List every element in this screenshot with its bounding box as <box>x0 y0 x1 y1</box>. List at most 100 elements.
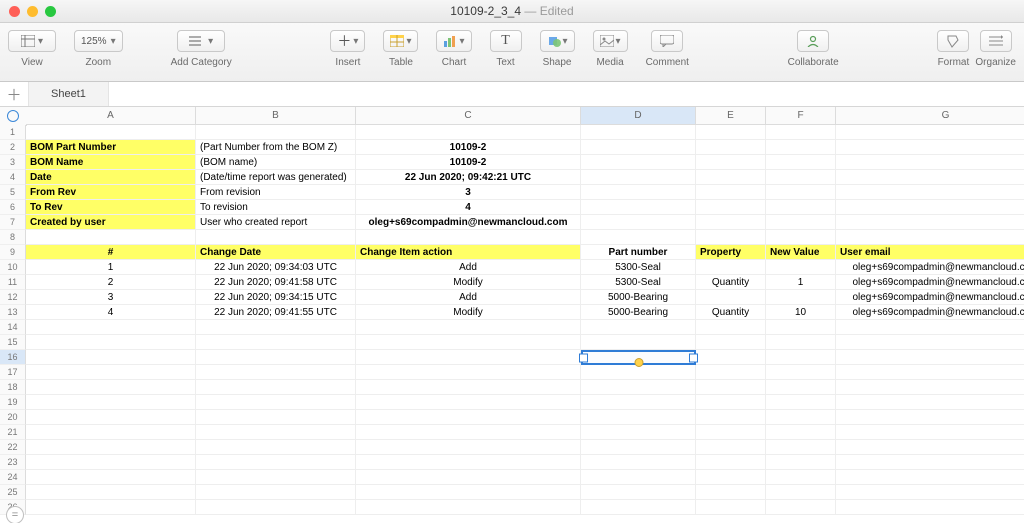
cell[interactable]: Property <box>696 245 766 260</box>
cell[interactable] <box>26 440 196 455</box>
cell[interactable] <box>836 500 1024 515</box>
cell[interactable]: 22 Jun 2020; 09:41:58 UTC <box>196 275 356 290</box>
cell[interactable] <box>836 425 1024 440</box>
cell[interactable] <box>26 230 196 245</box>
cell[interactable] <box>196 455 356 470</box>
row-header[interactable]: 25 <box>0 485 26 500</box>
cell[interactable]: User email <box>836 245 1024 260</box>
cell[interactable] <box>766 320 836 335</box>
cell[interactable]: (Part Number from the BOM Z) <box>196 140 356 155</box>
cell[interactable] <box>196 125 356 140</box>
row-header[interactable]: 15 <box>0 335 26 350</box>
cell[interactable] <box>196 410 356 425</box>
cell[interactable] <box>581 440 696 455</box>
cell[interactable] <box>26 395 196 410</box>
cell[interactable] <box>26 455 196 470</box>
insert-button[interactable]: ＋▾ <box>330 30 365 52</box>
cell[interactable] <box>581 395 696 410</box>
cell[interactable]: oleg+s69compadmin@newmancloud.com <box>836 290 1024 305</box>
cell[interactable] <box>356 320 581 335</box>
cell[interactable]: 5300-Seal <box>581 275 696 290</box>
row-header[interactable]: 20 <box>0 410 26 425</box>
cell[interactable]: To revision <box>196 200 356 215</box>
cell[interactable]: oleg+s69compadmin@newmancloud.com <box>356 215 581 230</box>
cell[interactable] <box>196 350 356 365</box>
cell[interactable] <box>196 440 356 455</box>
selection-handle-right[interactable] <box>689 353 698 362</box>
cell[interactable] <box>581 470 696 485</box>
cell[interactable] <box>356 425 581 440</box>
cell[interactable] <box>696 425 766 440</box>
cell[interactable]: Change Date <box>196 245 356 260</box>
cell[interactable] <box>196 485 356 500</box>
cell[interactable]: 5000-Bearing <box>581 305 696 320</box>
cell[interactable] <box>836 125 1024 140</box>
cell[interactable] <box>196 425 356 440</box>
cell[interactable]: Change Item action <box>356 245 581 260</box>
row-header[interactable]: 13 <box>0 305 26 320</box>
cell[interactable] <box>696 170 766 185</box>
cell[interactable]: # <box>26 245 196 260</box>
cell[interactable] <box>196 500 356 515</box>
cell[interactable] <box>766 410 836 425</box>
cell[interactable] <box>696 455 766 470</box>
cell[interactable] <box>836 395 1024 410</box>
cell[interactable] <box>581 125 696 140</box>
cell[interactable]: Date <box>26 170 196 185</box>
row-header[interactable]: 16 <box>0 350 26 365</box>
cell[interactable]: From revision <box>196 185 356 200</box>
cell[interactable] <box>696 230 766 245</box>
cell[interactable]: 2 <box>26 275 196 290</box>
column-header-F[interactable]: F <box>766 107 836 125</box>
shape-button[interactable]: ▾ <box>540 30 575 52</box>
cell[interactable]: User who created report <box>196 215 356 230</box>
cell[interactable] <box>581 230 696 245</box>
cell[interactable] <box>581 170 696 185</box>
row-header[interactable]: 18 <box>0 380 26 395</box>
cell[interactable] <box>581 320 696 335</box>
cell[interactable]: (BOM name) <box>196 155 356 170</box>
row-header[interactable]: 19 <box>0 395 26 410</box>
cell[interactable] <box>766 290 836 305</box>
cell[interactable] <box>836 215 1024 230</box>
cell[interactable]: 1 <box>26 260 196 275</box>
add-category-button[interactable]: ▾ <box>177 30 225 52</box>
sheet-tab[interactable]: Sheet1 <box>29 82 109 106</box>
cell[interactable] <box>26 365 196 380</box>
cell[interactable] <box>696 260 766 275</box>
footer-equals-button[interactable]: = <box>6 506 24 523</box>
cell[interactable] <box>696 200 766 215</box>
row-header[interactable]: 12 <box>0 290 26 305</box>
cell[interactable] <box>581 380 696 395</box>
cell[interactable] <box>836 170 1024 185</box>
collaborate-button[interactable] <box>797 30 829 52</box>
cell[interactable] <box>581 200 696 215</box>
column-headers[interactable]: ABCDEFG <box>26 107 1024 125</box>
row-header[interactable]: 1 <box>0 125 26 140</box>
row-header[interactable]: 14 <box>0 320 26 335</box>
column-header-E[interactable]: E <box>696 107 766 125</box>
cell[interactable] <box>356 350 581 365</box>
select-all-corner[interactable] <box>0 107 27 126</box>
cell[interactable] <box>766 470 836 485</box>
cell[interactable] <box>581 215 696 230</box>
cell[interactable] <box>26 425 196 440</box>
cell[interactable] <box>26 410 196 425</box>
cell[interactable] <box>356 380 581 395</box>
cell[interactable] <box>696 380 766 395</box>
row-header[interactable]: 9 <box>0 245 26 260</box>
cell[interactable] <box>836 335 1024 350</box>
cell[interactable] <box>196 320 356 335</box>
cell[interactable] <box>836 485 1024 500</box>
cell[interactable] <box>356 485 581 500</box>
cell[interactable] <box>356 395 581 410</box>
cell[interactable]: oleg+s69compadmin@newmancloud.com <box>836 305 1024 320</box>
cell[interactable] <box>356 500 581 515</box>
row-header[interactable]: 23 <box>0 455 26 470</box>
cell[interactable]: oleg+s69compadmin@newmancloud.com <box>836 260 1024 275</box>
column-header-D[interactable]: D <box>581 107 696 125</box>
view-button[interactable]: ▾ <box>8 30 56 52</box>
cell[interactable] <box>26 350 196 365</box>
row-header[interactable]: 17 <box>0 365 26 380</box>
cell[interactable] <box>696 335 766 350</box>
